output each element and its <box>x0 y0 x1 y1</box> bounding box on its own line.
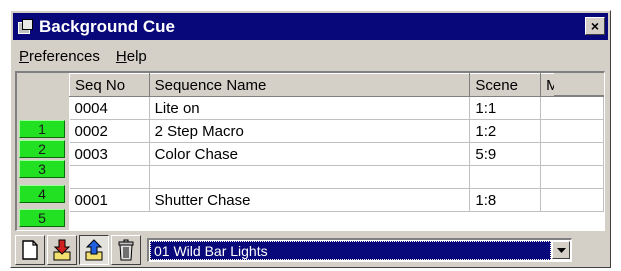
cell-scene[interactable] <box>469 165 542 189</box>
cell-mode[interactable] <box>540 119 604 143</box>
table-row[interactable]: 0003 Color Chase 5:9 <box>69 142 604 166</box>
cell-scene[interactable]: 5:9 <box>469 142 542 166</box>
row-indicator-4[interactable]: 4 <box>19 185 65 203</box>
close-icon: × <box>590 18 600 34</box>
column-header-scene[interactable]: Scene <box>469 73 542 97</box>
sequence-list-select[interactable]: 01 Wild Bar Lights <box>147 238 572 262</box>
row-indicator-column: 1 2 3 4 5 <box>17 73 69 230</box>
sequence-grid: 1 2 3 4 5 Seq No Sequence Name Scene Mod… <box>15 71 605 231</box>
menu-bar: Preferences Help <box>13 44 608 68</box>
dropdown-button[interactable] <box>552 241 570 259</box>
cell-sequence-name[interactable]: Shutter Chase <box>149 188 471 212</box>
window-title: Background Cue <box>39 16 176 36</box>
row-indicator-5[interactable]: 5 <box>19 209 65 227</box>
column-header-sequence-name[interactable]: Sequence Name <box>148 73 471 97</box>
save-up-arrow-icon <box>85 239 103 261</box>
table-row[interactable] <box>69 165 604 189</box>
select-value: 01 Wild Bar Lights <box>150 241 551 260</box>
new-button[interactable] <box>15 235 45 265</box>
trash-icon <box>118 239 134 261</box>
cell-seq-no[interactable] <box>69 165 150 189</box>
column-header-seq-no[interactable]: Seq No <box>69 73 150 97</box>
app-icon <box>18 18 34 35</box>
header-filler <box>554 73 604 96</box>
new-document-icon <box>22 240 38 260</box>
table-header-row: Seq No Sequence Name Scene Mode <box>69 73 604 97</box>
save-button[interactable] <box>79 235 109 265</box>
cell-mode[interactable] <box>540 165 604 189</box>
menu-preferences[interactable]: Preferences <box>13 48 108 65</box>
load-button[interactable] <box>47 235 77 265</box>
row-indicator-2[interactable]: 2 <box>19 140 65 158</box>
cell-seq-no[interactable]: 0002 <box>69 119 150 143</box>
cell-mode[interactable] <box>540 96 604 120</box>
cell-seq-no[interactable]: 0001 <box>69 188 150 212</box>
row-indicator-3[interactable]: 3 <box>19 160 65 178</box>
cell-seq-no[interactable]: 0003 <box>69 142 150 166</box>
close-button[interactable]: × <box>585 17 605 35</box>
row-indicator-1[interactable]: 1 <box>19 120 65 138</box>
cell-seq-no[interactable]: 0004 <box>69 96 150 120</box>
cell-sequence-name[interactable] <box>149 165 471 189</box>
cell-sequence-name[interactable]: Lite on <box>149 96 471 120</box>
background-cue-window: Background Cue × Preferences Help 1 2 3 … <box>10 10 611 268</box>
chevron-down-icon <box>556 247 566 253</box>
cell-mode[interactable] <box>540 142 604 166</box>
sequence-table: Seq No Sequence Name Scene Mode 0004 Lit… <box>69 73 604 212</box>
menu-help[interactable]: Help <box>108 48 155 65</box>
cell-scene[interactable]: 1:1 <box>469 96 542 120</box>
cell-scene[interactable]: 1:2 <box>469 119 542 143</box>
delete-button[interactable] <box>111 235 141 265</box>
cell-sequence-name[interactable]: Color Chase <box>149 142 471 166</box>
table-row[interactable]: 0004 Lite on 1:1 <box>69 96 604 120</box>
title-bar[interactable]: Background Cue × <box>13 13 608 40</box>
cell-mode[interactable] <box>540 188 604 212</box>
table-row[interactable]: 0002 2 Step Macro 1:2 <box>69 119 604 143</box>
table-row[interactable]: 0001 Shutter Chase 1:8 <box>69 188 604 212</box>
cell-scene[interactable]: 1:8 <box>469 188 542 212</box>
cell-sequence-name[interactable]: 2 Step Macro <box>149 119 471 143</box>
toolbar: 01 Wild Bar Lights <box>15 235 605 265</box>
load-down-arrow-icon <box>53 239 71 261</box>
